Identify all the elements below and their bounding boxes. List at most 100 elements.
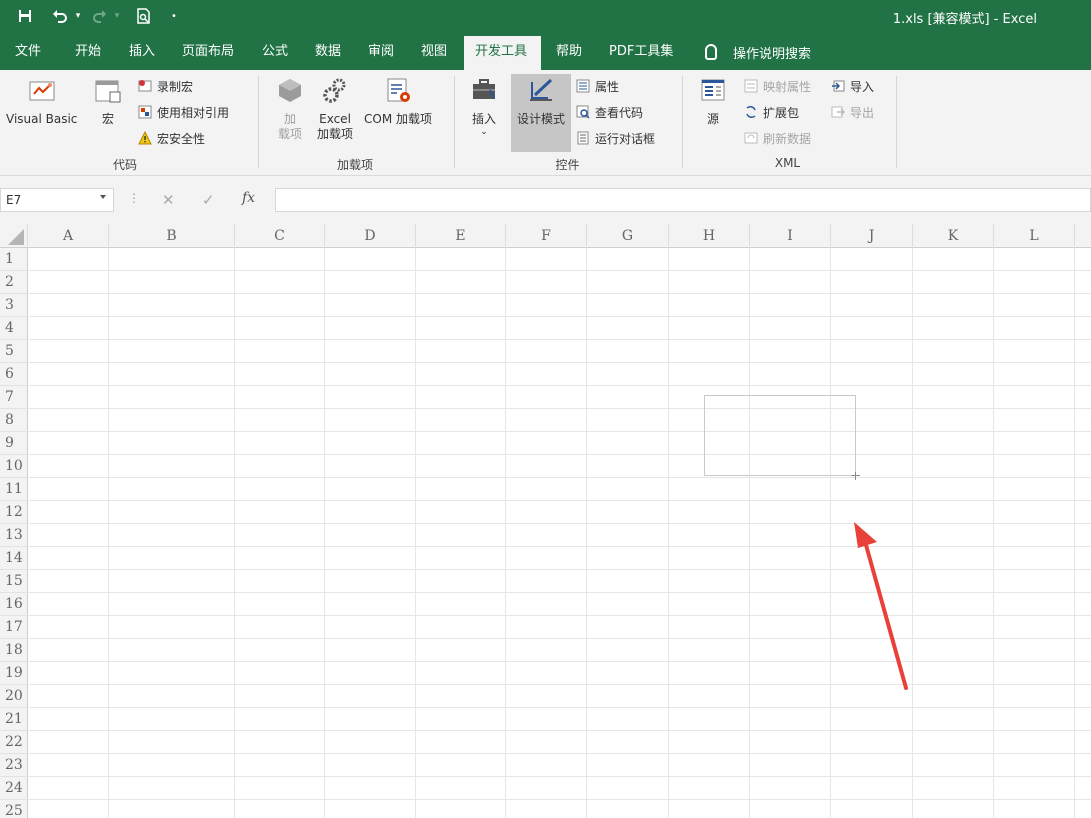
column-header-a[interactable]: A — [28, 224, 109, 248]
tab-home[interactable]: 开始 — [75, 42, 101, 70]
column-header-h[interactable]: H — [669, 224, 750, 248]
export-icon — [831, 105, 846, 119]
tab-insert[interactable]: 插入 — [129, 42, 155, 70]
column-header-i[interactable]: I — [750, 224, 831, 248]
row-header-23[interactable]: 23 — [0, 754, 28, 777]
row-header-18[interactable]: 18 — [0, 639, 28, 662]
row-header-9[interactable]: 9 — [0, 432, 28, 455]
group-label-xml: XML — [774, 156, 801, 170]
save-icon[interactable] — [16, 6, 34, 26]
cancel-formula-icon[interactable]: ✕ — [162, 191, 175, 209]
column-header-b[interactable]: B — [109, 224, 235, 248]
ribbon-tab-bar: 文件 开始 插入 页面布局 公式 数据 审阅 视图 开发工具 帮助 PDF工具集… — [0, 34, 1091, 70]
row-gridline — [28, 753, 1091, 754]
redo-icon[interactable] — [90, 6, 110, 26]
xml-export-button[interactable]: 导出 — [831, 102, 874, 122]
row-header-21[interactable]: 21 — [0, 708, 28, 731]
column-header-c[interactable]: C — [235, 224, 325, 248]
cell-area[interactable] — [28, 248, 1091, 818]
column-header-k[interactable]: K — [913, 224, 994, 248]
view-code-button[interactable]: 查看代码 — [576, 102, 643, 122]
row-header-17[interactable]: 17 — [0, 616, 28, 639]
record-macro-button[interactable]: 录制宏 — [138, 76, 193, 96]
tab-pdf-tools[interactable]: PDF工具集 — [609, 42, 673, 70]
undo-dropdown-icon[interactable]: ▾ — [74, 6, 82, 26]
column-gridline — [415, 248, 416, 818]
column-gridline — [668, 248, 669, 818]
tab-page-layout[interactable]: 页面布局 — [182, 42, 234, 70]
tab-data[interactable]: 数据 — [315, 42, 341, 70]
customize-qat-icon[interactable]: • — [168, 6, 180, 26]
enter-formula-icon[interactable]: ✓ — [202, 191, 215, 209]
tell-me-search[interactable]: 操作说明搜索 — [705, 42, 811, 62]
row-header-12[interactable]: 12 — [0, 501, 28, 524]
row-header-2[interactable]: 2 — [0, 271, 28, 294]
row-header-22[interactable]: 22 — [0, 731, 28, 754]
macros-button[interactable]: 宏 — [94, 76, 122, 127]
design-mode-button[interactable]: 设计模式 — [511, 74, 571, 152]
group-separator — [896, 76, 897, 168]
insert-control-button[interactable]: 插入 ⌄ — [470, 76, 498, 137]
tab-review[interactable]: 审阅 — [368, 42, 394, 70]
column-gridline — [324, 248, 325, 818]
expansion-packs-button[interactable]: 扩展包 — [744, 102, 799, 122]
xml-source-button[interactable]: 源 — [699, 76, 727, 127]
tab-help[interactable]: 帮助 — [556, 42, 582, 70]
redo-dropdown-icon[interactable]: ▾ — [112, 6, 122, 26]
tab-file[interactable]: 文件 — [15, 42, 41, 70]
print-preview-icon[interactable] — [134, 6, 154, 26]
macro-security-button[interactable]: 宏安全性 — [138, 128, 205, 148]
row-header-11[interactable]: 11 — [0, 478, 28, 501]
select-all-corner[interactable] — [0, 224, 28, 248]
row-header-15[interactable]: 15 — [0, 570, 28, 593]
row-header-25[interactable]: 25 — [0, 800, 28, 818]
addins-button[interactable]: 加 载项 — [276, 76, 304, 142]
row-header-14[interactable]: 14 — [0, 547, 28, 570]
row-header-10[interactable]: 10 — [0, 455, 28, 478]
row-header-7[interactable]: 7 — [0, 386, 28, 409]
name-box-dropdown-icon[interactable] — [100, 195, 106, 199]
row-header-3[interactable]: 3 — [0, 294, 28, 317]
column-header-j[interactable]: J — [831, 224, 913, 248]
refresh-data-button[interactable]: 刷新数据 — [744, 128, 811, 148]
tab-view[interactable]: 视图 — [421, 42, 447, 70]
row-header-8[interactable]: 8 — [0, 409, 28, 432]
insert-function-icon[interactable]: fx — [242, 190, 255, 206]
group-label-code: 代码 — [112, 158, 137, 172]
row-header-24[interactable]: 24 — [0, 777, 28, 800]
drawn-control-rectangle[interactable] — [704, 395, 856, 476]
map-properties-button[interactable]: 映射属性 — [744, 76, 811, 96]
visual-basic-button[interactable]: Visual Basic — [6, 76, 77, 127]
row-gridline — [28, 546, 1091, 547]
column-header-d[interactable]: D — [325, 224, 416, 248]
row-header-1[interactable]: 1 — [0, 248, 28, 271]
row-header-16[interactable]: 16 — [0, 593, 28, 616]
relative-references-button[interactable]: 使用相对引用 — [138, 102, 229, 122]
com-addins-button[interactable]: COM 加载项 — [364, 76, 432, 127]
tab-developer[interactable]: 开发工具 — [475, 42, 527, 70]
com-addins-icon — [384, 76, 412, 106]
excel-addins-button[interactable]: Excel 加载项 — [317, 76, 353, 142]
row-header-6[interactable]: 6 — [0, 363, 28, 386]
worksheet-grid[interactable]: A B C D E F G H I J K L 1 2 3 4 5 6 7 8 9 10 11 12 1… — [0, 224, 1091, 818]
undo-icon[interactable] — [48, 6, 72, 26]
row-header-19[interactable]: 19 — [0, 662, 28, 685]
column-header-f[interactable]: F — [506, 224, 587, 248]
run-dialog-button[interactable]: 运行对话框 — [576, 128, 655, 148]
name-box[interactable]: E7 — [0, 188, 114, 212]
formula-input[interactable] — [275, 188, 1091, 212]
formula-bar-grip-icon: ⋮ — [128, 191, 140, 205]
column-header-l[interactable]: L — [994, 224, 1075, 248]
column-header-g[interactable]: G — [587, 224, 669, 248]
row-header-20[interactable]: 20 — [0, 685, 28, 708]
properties-button[interactable]: 属性 — [576, 76, 619, 96]
row-header-5[interactable]: 5 — [0, 340, 28, 363]
xml-import-button[interactable]: 导入 — [831, 76, 874, 96]
column-header-e[interactable]: E — [416, 224, 506, 248]
row-gridline — [28, 730, 1091, 731]
row-header-4[interactable]: 4 — [0, 317, 28, 340]
row-header-13[interactable]: 13 — [0, 524, 28, 547]
group-label-controls: 控件 — [555, 158, 580, 172]
column-gridline — [912, 248, 913, 818]
tab-formulas[interactable]: 公式 — [262, 42, 288, 70]
